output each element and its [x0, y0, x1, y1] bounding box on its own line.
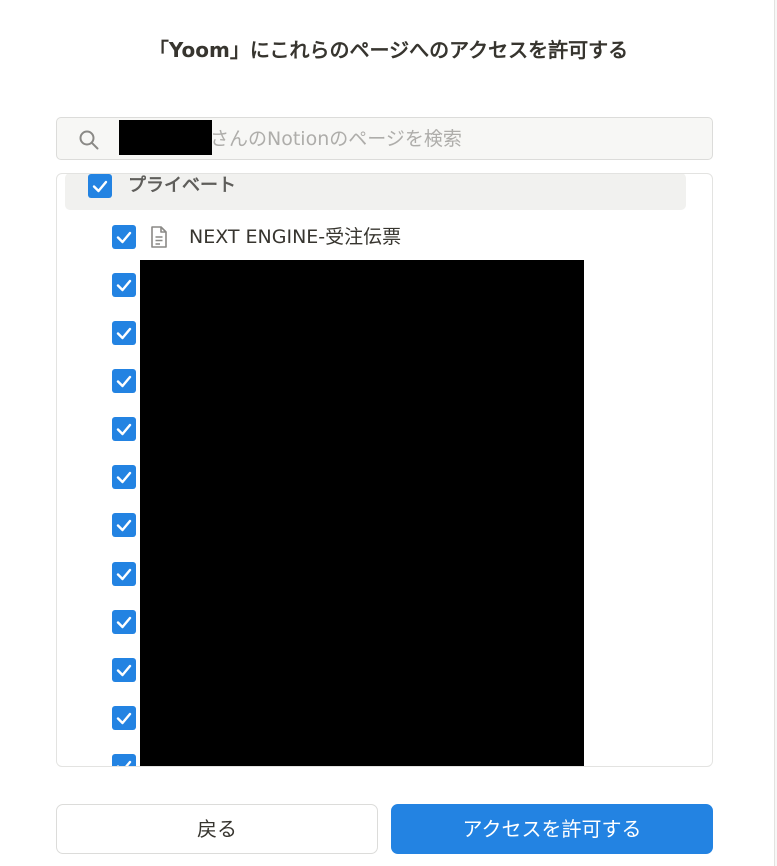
page-checkbox[interactable] — [112, 369, 136, 393]
checkmark-icon — [116, 712, 132, 725]
workspace-checkbox[interactable] — [88, 174, 112, 198]
checkmark-icon — [116, 375, 132, 388]
page-checkbox[interactable] — [112, 225, 136, 249]
checkmark-icon — [116, 231, 132, 244]
allow-access-button[interactable]: アクセスを許可する — [391, 804, 713, 854]
title-suffix: 」にこれらのページへのアクセスを許可する — [229, 38, 629, 62]
checkmark-icon — [116, 616, 132, 629]
checkmark-icon — [116, 327, 132, 340]
checkmark-icon — [92, 180, 108, 193]
page-list[interactable]: プライベート NEXT ENGINE-受注伝票 — [56, 173, 713, 767]
page-checkbox[interactable] — [112, 706, 136, 730]
checkmark-icon — [116, 423, 132, 436]
page-row[interactable]: NEXT ENGINE-受注伝票 — [57, 217, 712, 257]
page-checkbox[interactable] — [112, 321, 136, 345]
page-checkbox[interactable] — [112, 754, 136, 766]
search-input[interactable] — [117, 118, 707, 159]
checkmark-icon — [116, 664, 132, 677]
page-checkbox[interactable] — [112, 658, 136, 682]
search-icon — [79, 130, 99, 150]
checkmark-icon — [116, 760, 132, 766]
page-checkbox[interactable] — [112, 610, 136, 634]
page-search[interactable] — [56, 117, 713, 160]
page-checkbox[interactable] — [112, 513, 136, 537]
page-checkbox[interactable] — [112, 417, 136, 441]
checkmark-icon — [116, 568, 132, 581]
page-title: NEXT ENGINE-受注伝票 — [189, 226, 402, 248]
workspace-label: プライベート — [128, 175, 236, 196]
title-prefix: 「 — [148, 38, 169, 62]
page-checkbox[interactable] — [112, 562, 136, 586]
redacted-page-titles — [140, 260, 584, 766]
checkmark-icon — [116, 471, 132, 484]
page-checkbox[interactable] — [112, 465, 136, 489]
app-name: Yoom — [168, 38, 230, 62]
dialog-title: 「Yoom」にこれらのページへのアクセスを許可する — [0, 36, 777, 64]
notion-access-dialog: 「Yoom」にこれらのページへのアクセスを許可する プライベート — [0, 0, 777, 866]
checkmark-icon — [116, 279, 132, 292]
back-button[interactable]: 戻る — [56, 804, 378, 854]
checkmark-icon — [116, 519, 132, 532]
page-checkbox[interactable] — [112, 273, 136, 297]
document-icon — [151, 226, 167, 248]
workspace-row-private[interactable]: プライベート — [65, 174, 686, 210]
